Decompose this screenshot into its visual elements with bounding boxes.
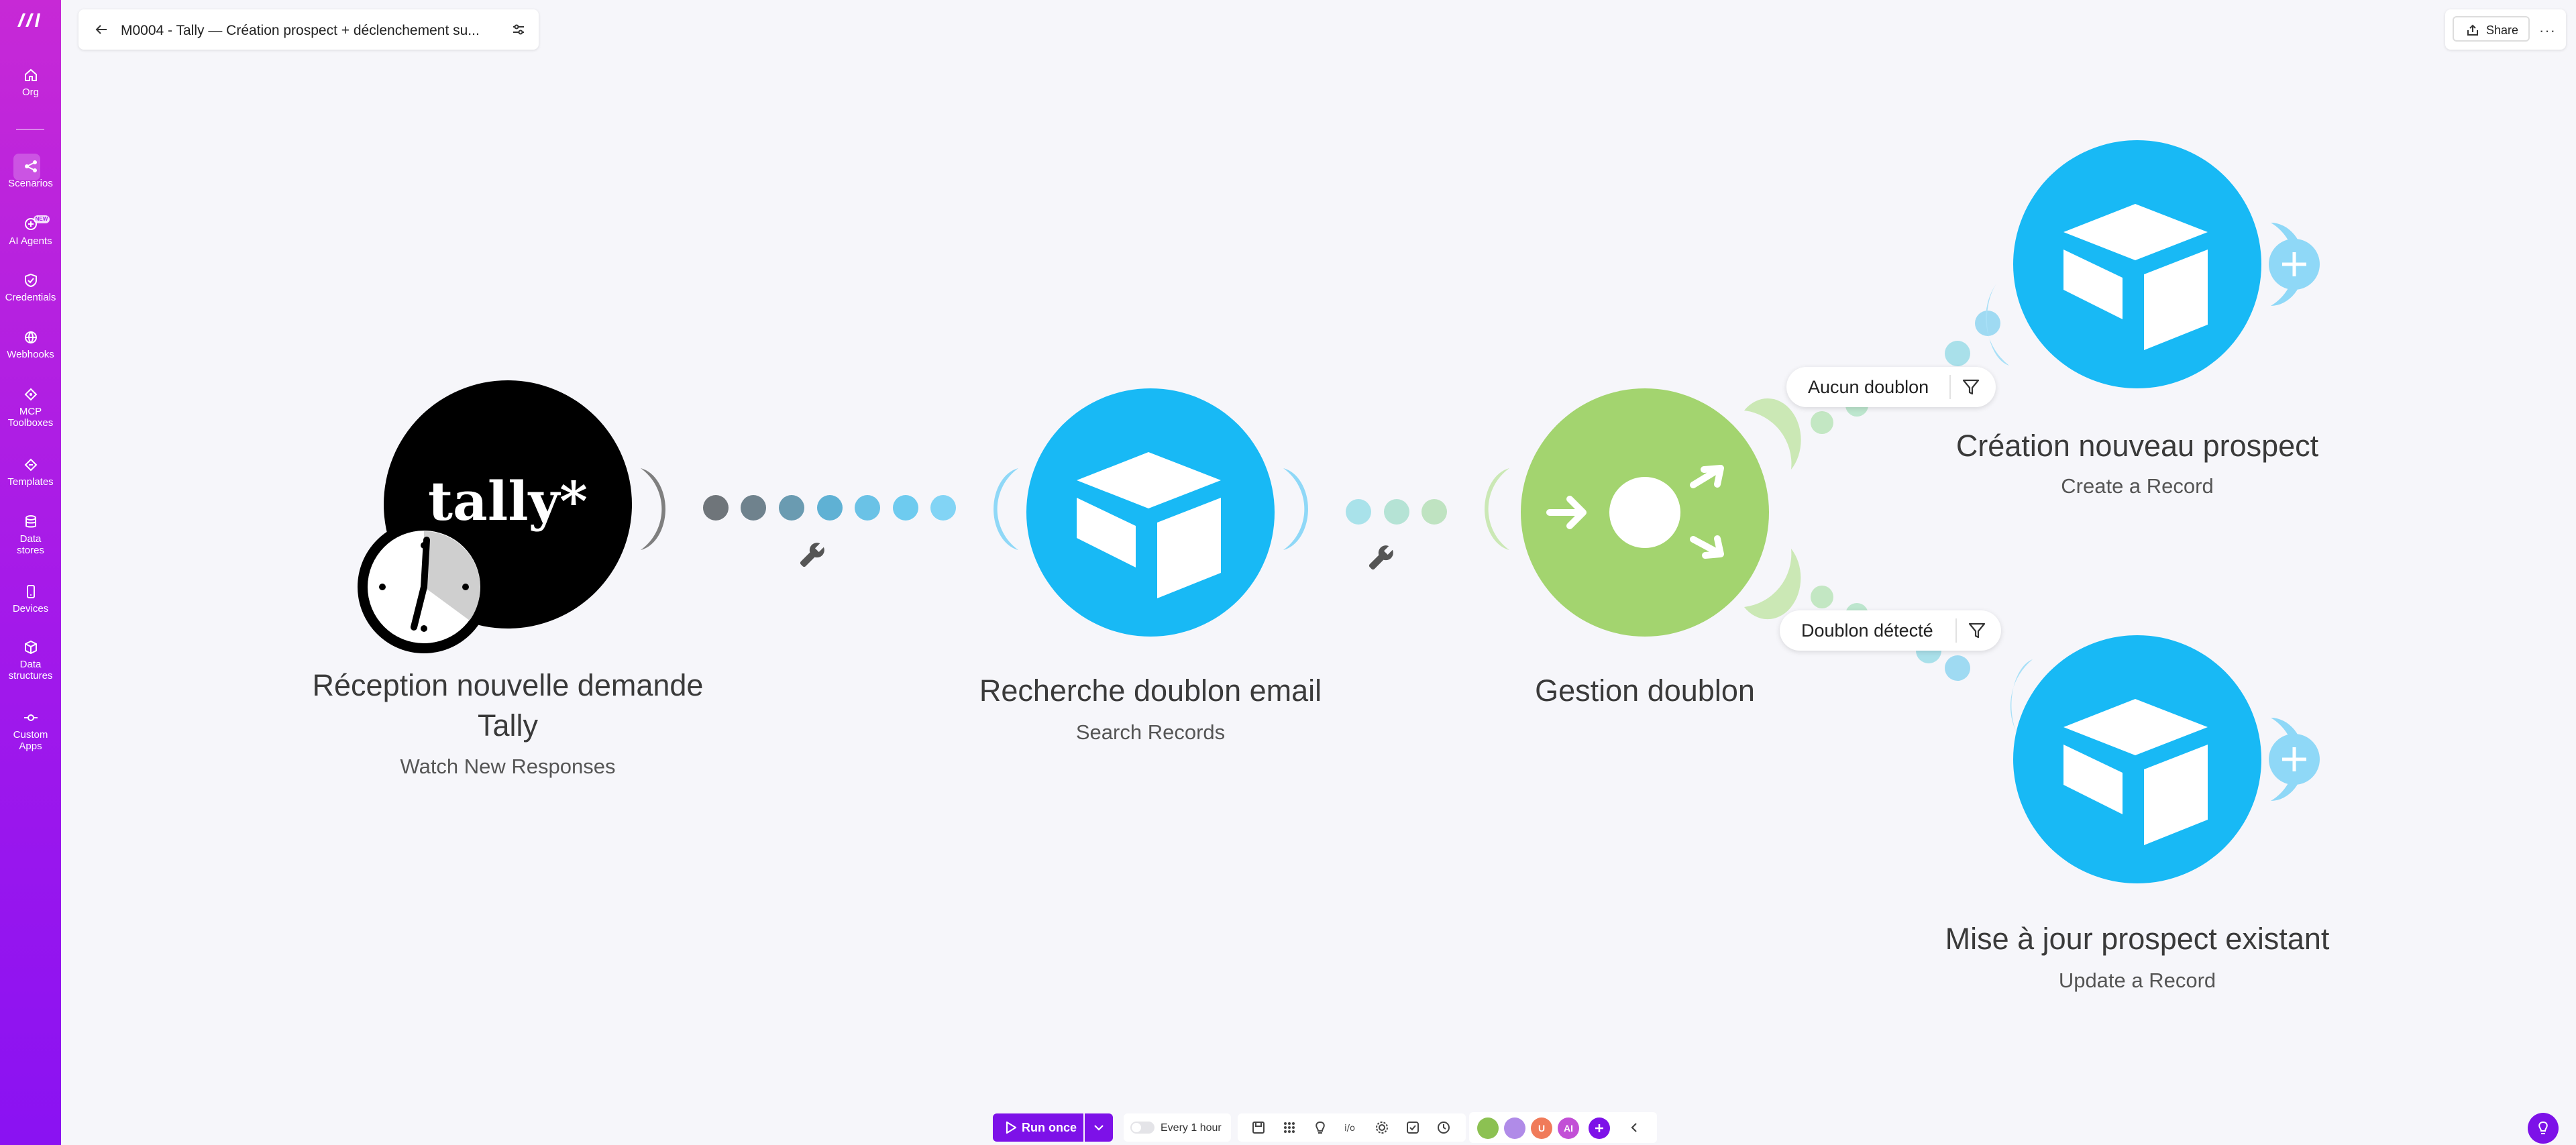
avatar[interactable] [1504, 1117, 1525, 1139]
filter-funnel-icon[interactable] [1968, 622, 1986, 639]
filter-divider [1949, 375, 1951, 399]
module-subtitle: Search Records [1075, 720, 1226, 744]
filter-divider [1955, 618, 1957, 643]
chevron-down-icon [1094, 1125, 1104, 1131]
run-once-button[interactable]: Run once [993, 1113, 1083, 1142]
lightbulb-icon [2538, 1121, 2548, 1134]
wrench-icon[interactable] [796, 539, 828, 571]
collaborators-bar: U AI [1469, 1112, 1657, 1143]
module-title[interactable]: Recherche doublon email [926, 671, 1375, 711]
module-airtable-update-record[interactable] [2013, 635, 2261, 883]
schedule-toggle[interactable] [1130, 1122, 1155, 1134]
tally-logo-text: tally* [428, 470, 588, 533]
module-airtable-search-records[interactable] [1026, 388, 1275, 637]
filter-aucun-doublon[interactable]: Aucun doublon [1786, 367, 1996, 407]
settings-gear-icon[interactable] [1375, 1120, 1389, 1135]
module-title[interactable]: Réception nouvelle demande Tally [293, 665, 722, 746]
history-icon[interactable] [1436, 1120, 1451, 1135]
lightbulb-icon[interactable] [1313, 1120, 1328, 1135]
module-subtitle: Create a Record [2061, 474, 2214, 498]
auto-align-icon[interactable] [1405, 1120, 1420, 1135]
filter-funnel-icon[interactable] [1962, 378, 1980, 396]
avatar[interactable]: AI [1558, 1117, 1579, 1139]
module-subtitle: Watch New Responses [400, 755, 616, 778]
help-assistant-button[interactable] [2528, 1113, 2559, 1144]
run-once-label: Run once [1022, 1121, 1077, 1134]
run-options-dropdown[interactable] [1085, 1113, 1113, 1142]
schedule-label: Every 1 hour [1161, 1122, 1222, 1134]
save-icon[interactable] [1251, 1120, 1266, 1135]
module-title[interactable]: Mise à jour prospect existant [1902, 919, 2372, 959]
connection-tally-to-search[interactable] [641, 468, 1018, 550]
avatar[interactable]: U [1531, 1117, 1552, 1139]
play-icon [1006, 1121, 1017, 1134]
add-module-button[interactable] [2269, 223, 2320, 306]
filter-doublon-detecte[interactable]: Doublon détecté [1780, 610, 2001, 651]
filter-label: Doublon détecté [1801, 620, 1933, 641]
svg-text:i/o: i/o [1344, 1124, 1355, 1134]
module-subtitle: Update a Record [2058, 969, 2216, 992]
wrench-icon[interactable] [1365, 542, 1397, 574]
schedule-control[interactable]: Every 1 hour [1124, 1113, 1231, 1142]
module-airtable-create-record[interactable] [2013, 140, 2261, 388]
filter-label: Aucun doublon [1808, 377, 1929, 397]
grid-icon[interactable] [1282, 1120, 1297, 1135]
plus-icon [1595, 1124, 1603, 1132]
module-router[interactable] [1521, 388, 1769, 637]
add-module-button[interactable] [2269, 718, 2320, 801]
code-icon[interactable]: i/o [1344, 1120, 1358, 1135]
module-title[interactable]: Gestion doublon [1444, 671, 1846, 711]
avatar[interactable] [1477, 1117, 1499, 1139]
canvas-tools: i/o [1238, 1113, 1466, 1142]
module-title[interactable]: Création nouveau prospect [1902, 426, 2372, 466]
add-collaborator-button[interactable] [1589, 1117, 1610, 1139]
chevron-left-icon[interactable] [1627, 1121, 1641, 1134]
connection-search-to-router[interactable] [1283, 468, 1509, 550]
clock-trigger-icon[interactable] [358, 521, 490, 653]
